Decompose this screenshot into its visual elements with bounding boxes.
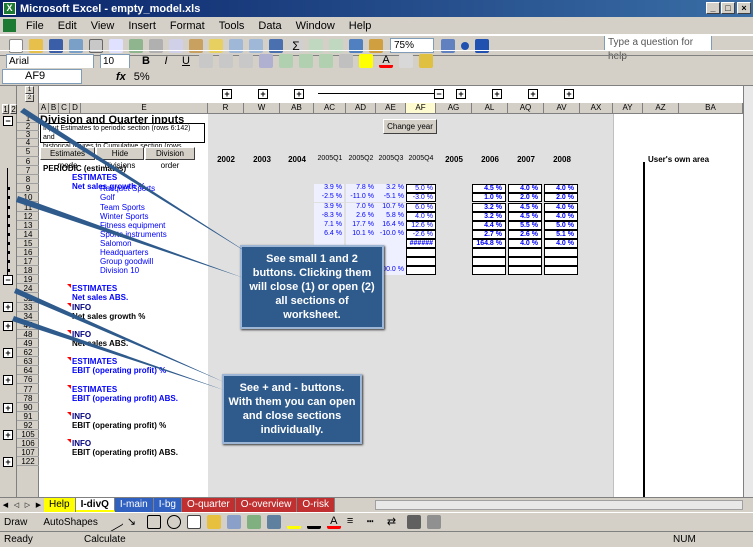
maximize-button[interactable]: □ (721, 2, 735, 14)
wordart-icon[interactable] (206, 515, 221, 529)
menu-help[interactable]: Help (342, 20, 379, 32)
status-num: NUM (673, 534, 696, 545)
3d-icon[interactable] (426, 515, 441, 529)
align-center-icon[interactable] (219, 54, 233, 68)
tab-i-divq[interactable]: I-divQ (75, 498, 115, 512)
oval-icon[interactable] (166, 515, 181, 529)
menu-bar: File Edit View Insert Format Tools Data … (0, 17, 753, 62)
document-icon[interactable] (3, 19, 16, 32)
align-right-icon[interactable] (239, 54, 253, 68)
drawing-toolbar: Draw AutoShapes ↘ A ≡ ┅ ⇄ (0, 512, 753, 532)
tab-o-risk[interactable]: O-risk (297, 498, 335, 512)
bold-icon[interactable]: B (139, 54, 153, 68)
font-color-icon[interactable]: A (379, 54, 393, 68)
autoshapes-menu[interactable]: AutoShapes (43, 517, 98, 528)
tab-last-icon[interactable]: ▶ (34, 501, 43, 510)
underline-icon[interactable]: U (179, 54, 193, 68)
window-title: Microsoft Excel - empty_model.xls (20, 2, 201, 15)
menu-view[interactable]: View (84, 20, 122, 32)
title-bar: X Microsoft Excel - empty_model.xls _ □ … (0, 0, 753, 17)
line-style-icon[interactable]: ≡ (347, 515, 361, 529)
tab-i-main[interactable]: I-main (114, 498, 154, 512)
tab-help[interactable]: Help (44, 498, 76, 512)
menu-tools[interactable]: Tools (212, 20, 252, 32)
formula-bar: AF9 fx 5% (0, 68, 753, 86)
arrow-to-plus (12, 316, 224, 390)
arrow-style-icon[interactable]: ⇄ (387, 515, 401, 529)
merge-center-icon[interactable] (259, 54, 273, 68)
tab-i-bg[interactable]: I-bg (153, 498, 182, 512)
menu-window[interactable]: Window (289, 20, 342, 32)
arrow-to-level-buttons (20, 108, 256, 258)
menu-format[interactable]: Format (163, 20, 212, 32)
borders-icon[interactable] (339, 54, 353, 68)
formula-input[interactable]: 5% (134, 71, 150, 83)
function-icon[interactable]: fx (116, 71, 126, 83)
percent-icon[interactable] (299, 54, 313, 68)
tab-o-quarter[interactable]: O-quarter (181, 498, 236, 512)
close-button[interactable]: × (737, 2, 751, 14)
excel-icon: X (3, 2, 16, 15)
tab-o-overview[interactable]: O-overview (235, 498, 298, 512)
tab-next-icon[interactable]: ▷ (23, 501, 32, 510)
rectangle-icon[interactable] (146, 515, 161, 529)
dash-style-icon[interactable]: ┅ (367, 515, 381, 529)
draw-font-color-icon[interactable]: A (326, 515, 341, 529)
bullet-icon[interactable] (461, 41, 469, 50)
tab-first-icon[interactable]: ◀ (1, 501, 10, 510)
status-bar: Ready Calculate NUM (0, 531, 753, 547)
fill-color-icon[interactable] (359, 54, 373, 68)
line-color-icon[interactable] (306, 515, 321, 529)
arrow-to-minus (14, 288, 224, 382)
name-box[interactable]: AF9 (2, 69, 82, 84)
currency-icon[interactable] (279, 54, 293, 68)
draw-menu[interactable]: Draw (4, 517, 27, 528)
worksheet[interactable]: 1234567891011121314151617181924323334474… (0, 86, 743, 497)
status-calculate: Calculate (84, 534, 126, 545)
arrow-to-upper-minus (16, 196, 244, 278)
menu-edit[interactable]: Edit (51, 20, 84, 32)
shadow-icon[interactable] (406, 515, 421, 529)
warning-icon[interactable] (419, 54, 433, 68)
italic-icon[interactable]: I (159, 54, 173, 68)
clipart-icon[interactable] (246, 515, 261, 529)
align-left-icon[interactable] (199, 54, 213, 68)
menu-data[interactable]: Data (251, 20, 288, 32)
callout-arrows (12, 108, 256, 390)
menu-file[interactable]: File (19, 20, 51, 32)
diagram-icon[interactable] (226, 515, 241, 529)
misc-icon[interactable] (399, 54, 413, 68)
menu-insert[interactable]: Insert (121, 20, 163, 32)
font-size-select[interactable]: 10 (100, 53, 130, 69)
comma-icon[interactable] (319, 54, 333, 68)
status-ready: Ready (4, 534, 33, 545)
picture-icon[interactable] (266, 515, 281, 529)
arrow-icon[interactable]: ↘ (127, 515, 141, 529)
horizontal-scrollbar[interactable] (375, 500, 743, 510)
vertical-scrollbar[interactable] (743, 86, 753, 497)
fill-icon[interactable] (286, 515, 301, 529)
sheet-tabs: ◀ ◁ ▷ ▶ Help I-divQ I-main I-bg O-quarte… (0, 497, 753, 512)
textbox-icon[interactable] (186, 515, 201, 529)
font-select[interactable]: Arial (6, 53, 94, 69)
line-icon[interactable] (104, 512, 124, 532)
minimize-button[interactable]: _ (706, 2, 720, 14)
tab-prev-icon[interactable]: ◁ (12, 501, 21, 510)
